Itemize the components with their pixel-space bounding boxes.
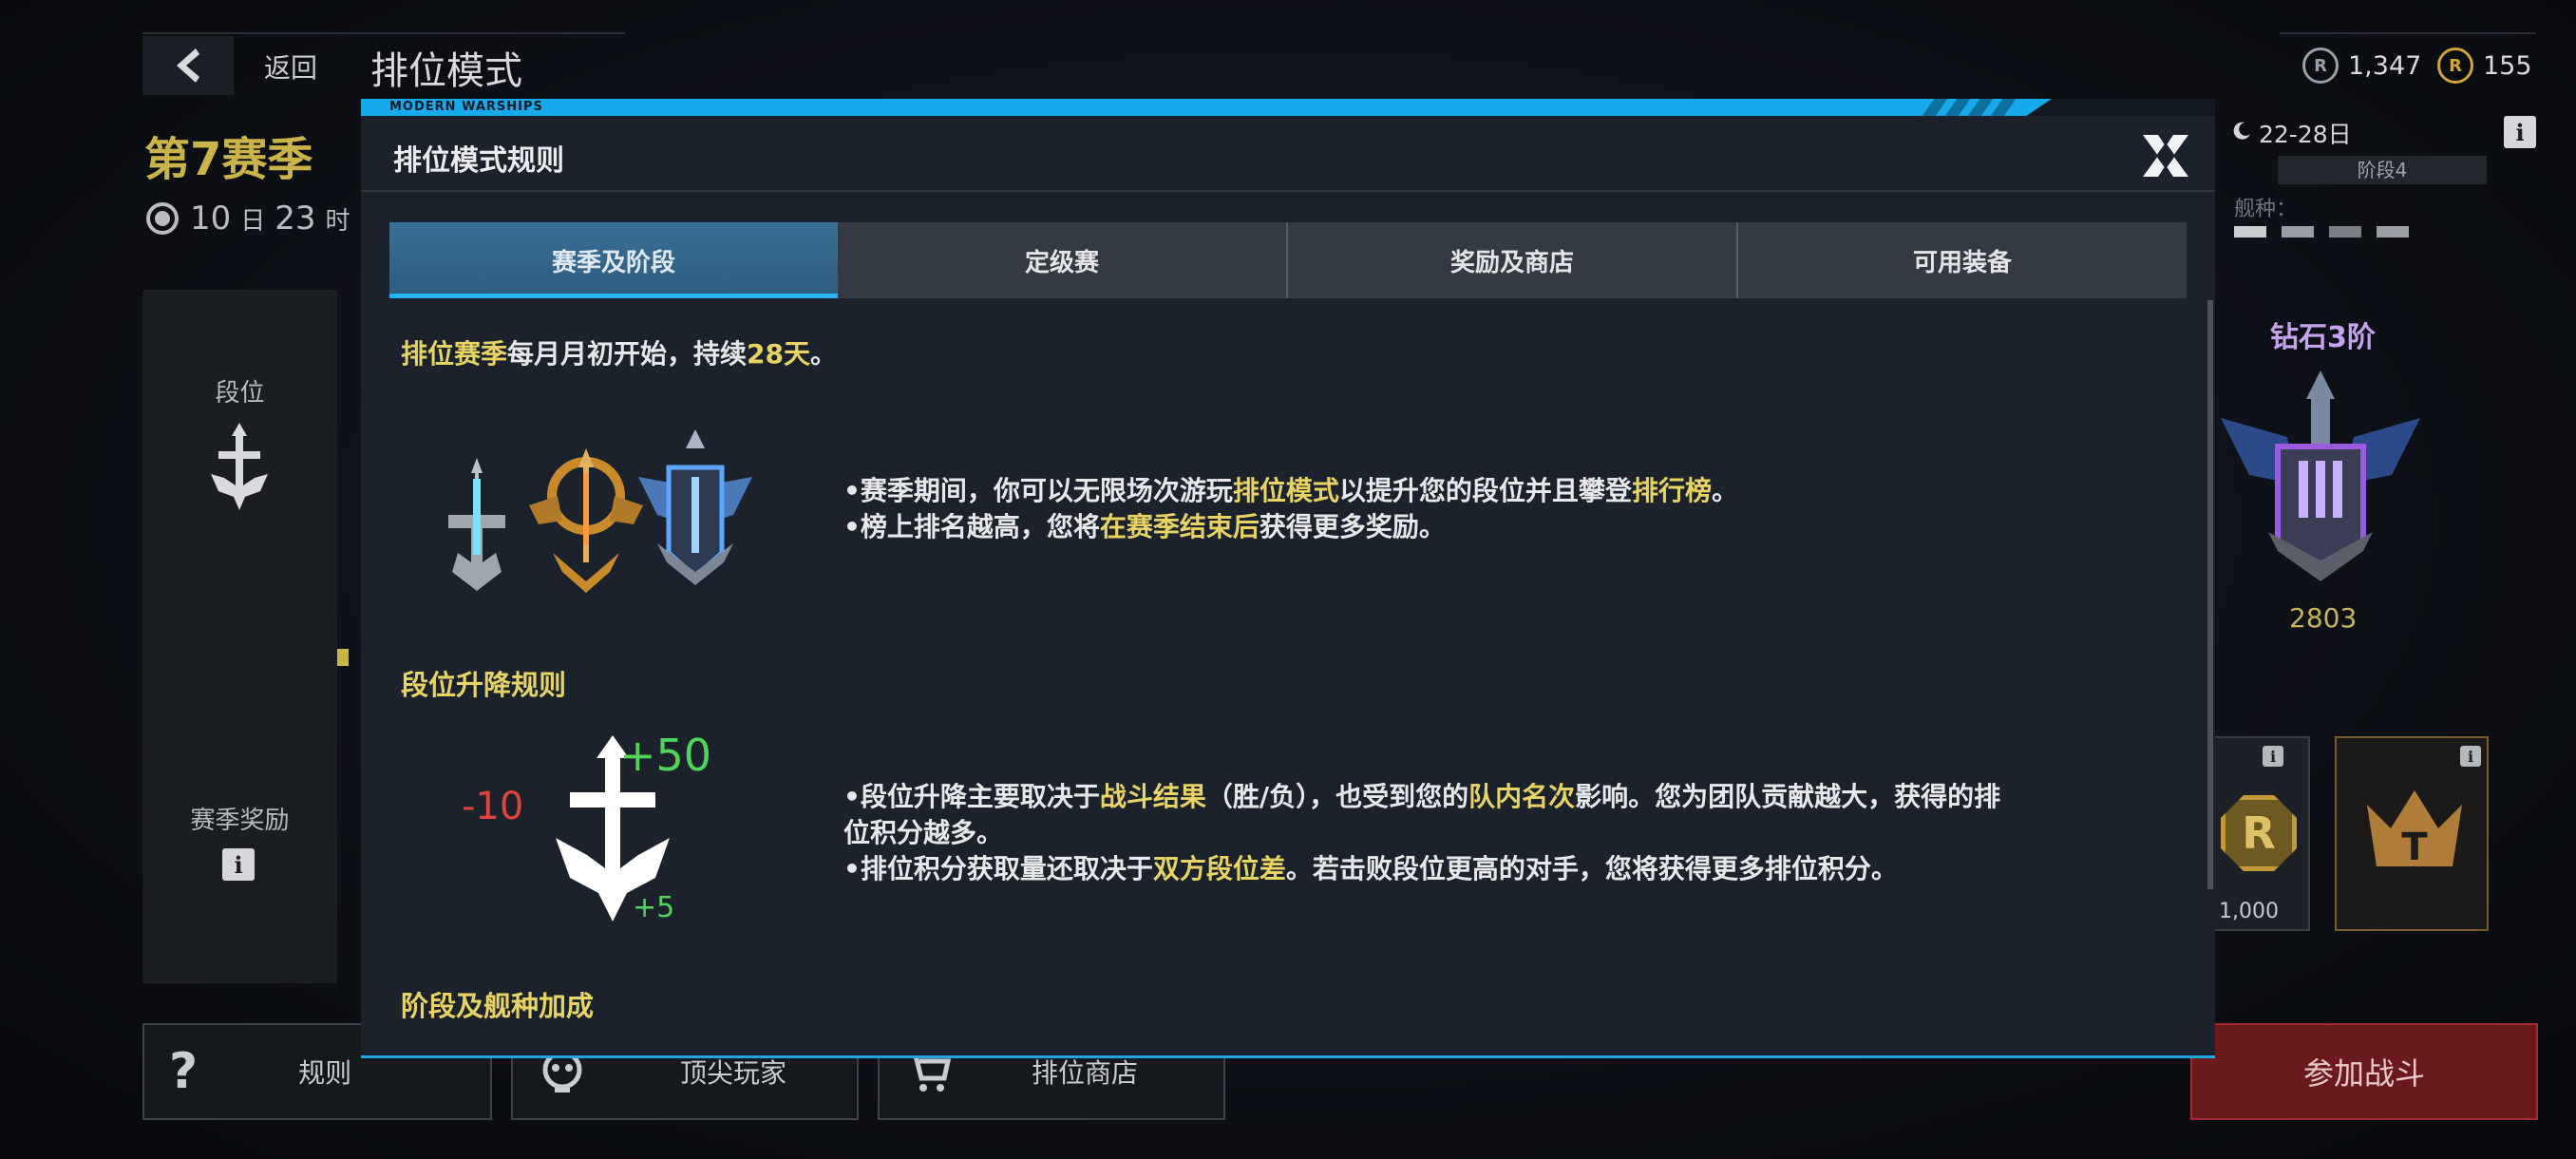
phase-info-icon[interactable]: i: [2504, 116, 2536, 148]
tab-available-equipment[interactable]: 可用装备: [1738, 222, 2187, 298]
join-battle-button[interactable]: 参加战斗: [2190, 1023, 2538, 1120]
intro-end: 。: [810, 338, 838, 370]
lose-points: -10: [462, 785, 524, 828]
ship-type-icons: [2234, 226, 2472, 241]
intro-text: 每月月初开始，持续: [507, 338, 748, 370]
submarine-icon: [2377, 226, 2409, 238]
rank-label: 段位: [215, 379, 265, 408]
crown-reward-info-icon[interactable]: i: [2460, 746, 2481, 767]
moon-icon: [2233, 122, 2250, 140]
progress-marker: [337, 649, 349, 666]
current-rank-name: 钻石3阶: [2270, 321, 2376, 354]
bonus-points: +5: [633, 891, 675, 924]
bullet2-end: 获得更多奖励。: [1259, 511, 1446, 542]
rank-side-panel: 段位 赛季奖励 i: [142, 290, 349, 983]
modal-top-bar: MODERN WARSHIPS: [361, 99, 2215, 116]
r-token-icon: R: [2221, 795, 2297, 871]
phase-label: 阶段4: [2278, 156, 2487, 184]
phase-bonus-title: 阶段及舰种加成: [401, 990, 595, 1022]
rank-emblem-icon: [211, 423, 268, 510]
reward-item-crown[interactable]: i T: [2335, 736, 2489, 931]
rule2-end: 。若击败段位更高的对手，您将获得更多排位积分。: [1285, 853, 1898, 884]
season-bullets: •赛季期间，你可以无限场次游玩排位模式以提升您的段位并且攀登排行榜。 •榜上排名…: [843, 473, 2192, 545]
rule2-highlight-rank-gap: 双方段位差: [1152, 853, 1286, 884]
silver-rank-emblem-icon: [448, 458, 505, 591]
timer-hours: 23: [275, 200, 316, 238]
r-coin-amount: 1,347: [2348, 50, 2422, 81]
rank-rule-bullet-2: •排位积分获取量还取决于双方段位差。若击败段位更高的对手，您将获得更多排位积分。: [843, 851, 2192, 887]
timer-day-unit: 日: [240, 206, 266, 236]
rule1-end: 影响。您为团队贡献越大，获得的排: [1575, 781, 2001, 812]
crown-icon: T: [2367, 790, 2462, 869]
corvette-icon: [2329, 226, 2361, 238]
tab-rewards-shop[interactable]: 奖励及商店: [1288, 222, 1738, 298]
season-reward-label: 赛季奖励: [190, 807, 290, 835]
modal-title: 排位模式规则: [393, 144, 564, 178]
gold-coin-amount: 155: [2483, 50, 2532, 81]
back-arrow-icon: [177, 48, 199, 83]
win-points: +50: [619, 730, 712, 781]
bullet1-end: 。: [1711, 475, 1738, 506]
bullet1-highlight-leaderboard: 排行榜: [1631, 475, 1712, 506]
gold-rank-emblem-icon: [529, 448, 643, 593]
rank-rules-title: 段位升降规则: [401, 669, 567, 701]
rule2-text: •排位积分获取量还取决于: [843, 853, 1153, 884]
rule1-highlight-battle-result: 战斗结果: [1099, 781, 1206, 812]
timer-icon: [146, 202, 179, 235]
season-reward-info-icon[interactable]: i: [222, 848, 255, 881]
content-scrollbar[interactable]: [2207, 300, 2213, 889]
rank-rule-bullet-1: •段位升降主要取决于战斗结果（胜/负），也受到您的队内名次影响。您为团队贡献越大…: [843, 779, 2192, 815]
header-line: [142, 32, 625, 34]
rank-emblems-illustration: [448, 429, 752, 593]
back-button[interactable]: [142, 36, 234, 95]
season-intro: 排位赛季每月月初开始，持续28天。: [401, 336, 837, 372]
currency-r[interactable]: R 1,347: [2302, 48, 2421, 84]
phase-date-range: 22-28日: [2259, 121, 2352, 148]
rule1-line2: 位积分越多。: [843, 817, 1004, 848]
bullet1-mid: 以提升您的段位并且攀登: [1338, 475, 1632, 506]
title-divider: [361, 190, 2215, 192]
intro-highlight-days: 28天: [747, 338, 810, 370]
top-players-label: 顶尖玩家: [680, 1057, 787, 1089]
question-mark-icon: ?: [169, 1043, 199, 1100]
page-title: 排位模式: [370, 49, 522, 93]
rules-label: 规则: [298, 1057, 352, 1089]
tab-placement[interactable]: 定级赛: [838, 222, 1288, 298]
season-timer: 10 日 23 时: [144, 200, 350, 238]
season-bullet-1: •赛季期间，你可以无限场次游玩排位模式以提升您的段位并且攀登排行榜。: [843, 473, 2192, 509]
reward-info-icon[interactable]: i: [2263, 746, 2283, 767]
svg-text:T: T: [2401, 826, 2428, 869]
intro-highlight-ranked-season: 排位赛季: [401, 338, 508, 370]
frigate-icon: [2282, 226, 2314, 238]
season-bullet-2: •榜上排名越高，您将在赛季结束后获得更多奖励。: [843, 509, 2192, 545]
reward-amount: 1,000: [2219, 900, 2279, 923]
platinum-rank-emblem-icon: [638, 429, 752, 585]
ship-type-label: 舰种：: [2234, 198, 2298, 221]
bullet1-highlight-ranked-mode: 排位模式: [1232, 475, 1339, 506]
rule1-highlight-team-rank: 队内名次: [1468, 781, 1576, 812]
tab-season-phase[interactable]: 赛季及阶段: [389, 222, 838, 298]
ranked-shop-label: 排位商店: [1032, 1057, 1139, 1089]
rules-tabs: 赛季及阶段 定级赛 奖励及商店 可用装备: [389, 222, 2187, 298]
rule1-mid: （胜/负），也受到您的: [1205, 781, 1469, 812]
bullet2-highlight: 在赛季结束后: [1099, 511, 1260, 542]
rule1-text: •段位升降主要取决于: [843, 781, 1100, 812]
diamond-rank-emblem-icon: [2221, 370, 2420, 581]
rank-rules-bullets: •段位升降主要取决于战斗结果（胜/负），也受到您的队内名次影响。您为团队贡献越大…: [843, 779, 2192, 887]
bullet1-text: •赛季期间，你可以无限场次游玩: [843, 475, 1233, 506]
destroyer-icon: [2234, 226, 2266, 238]
rules-modal: MODERN WARSHIPS 排位模式规则 赛季及阶段 定级赛 奖励及商店 可…: [361, 99, 2215, 1058]
season-title: 第7赛季: [144, 133, 313, 186]
r-coin-icon: R: [2302, 48, 2339, 84]
bullet2-text: •榜上排名越高，您将: [843, 511, 1100, 542]
back-label[interactable]: 返回: [264, 48, 317, 86]
timer-days: 10: [190, 200, 232, 238]
gold-coin-icon: R: [2437, 48, 2473, 84]
current-rank-score: 2803: [2289, 602, 2358, 634]
header-line-right: [2280, 32, 2536, 34]
close-icon[interactable]: [2137, 127, 2194, 184]
brand-label: MODERN WARSHIPS: [389, 100, 543, 114]
currency-gold[interactable]: R 155: [2437, 48, 2532, 84]
timer-hour-unit: 时: [325, 206, 350, 236]
